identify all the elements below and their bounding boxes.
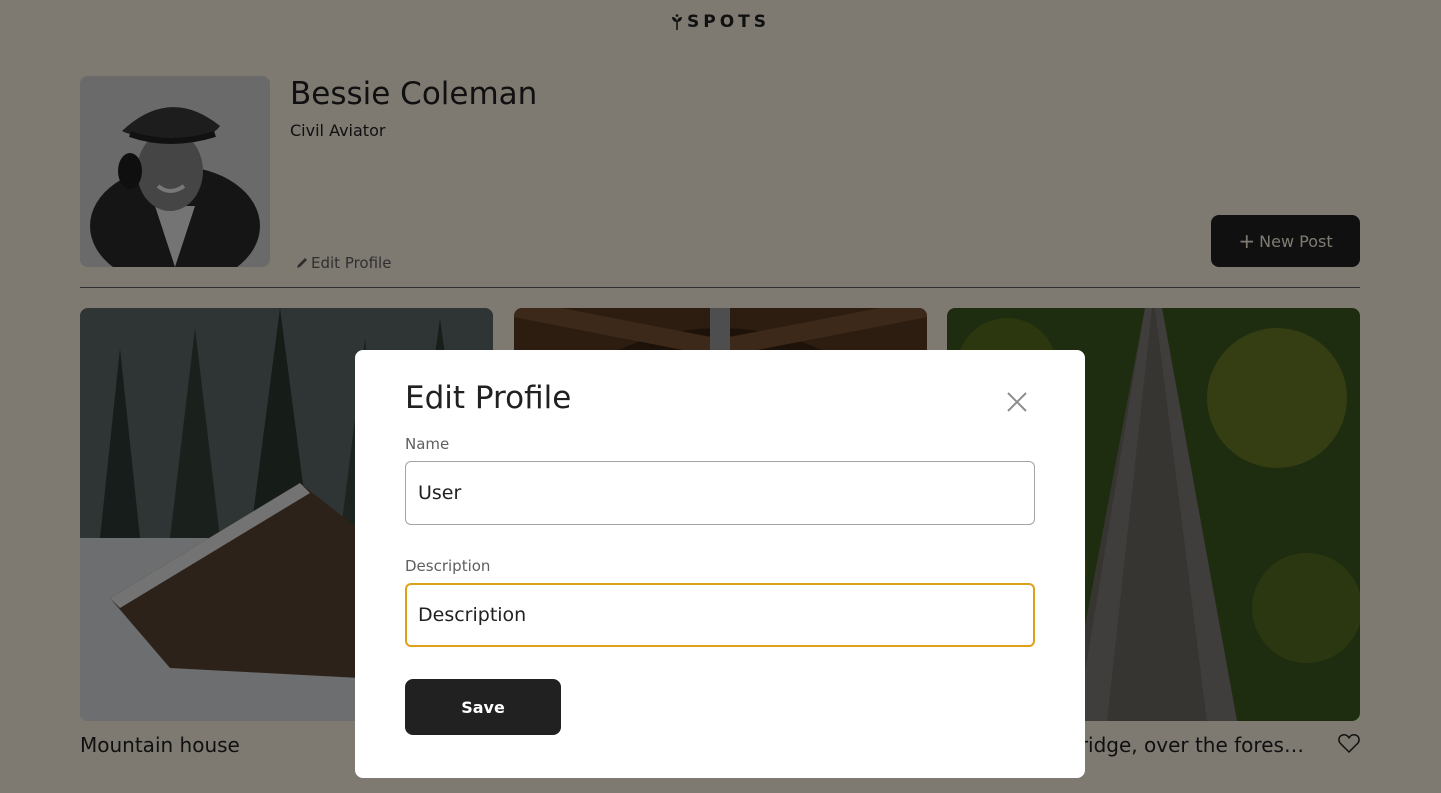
name-input[interactable] — [405, 461, 1035, 525]
edit-profile-modal: Edit Profile Name Description Save — [355, 350, 1085, 778]
name-label: Name — [405, 435, 450, 453]
description-label: Description — [405, 557, 491, 575]
save-button[interactable]: Save — [405, 679, 561, 735]
close-icon[interactable] — [1005, 390, 1029, 414]
description-input[interactable] — [405, 583, 1035, 647]
modal-title: Edit Profile — [405, 380, 572, 416]
